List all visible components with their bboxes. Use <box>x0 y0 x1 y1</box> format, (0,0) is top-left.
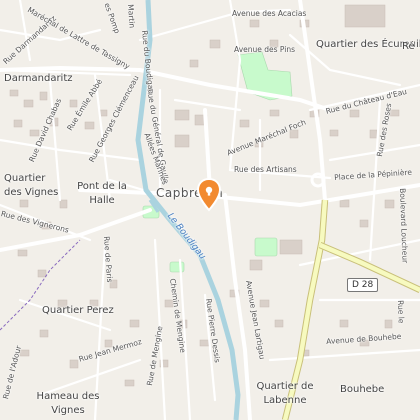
road-shield-d28: D 28 <box>347 278 379 292</box>
place-re-partial: Ré <box>402 41 415 52</box>
street-avenue-des-pins: Avenue des Pins <box>234 45 296 54</box>
map-view[interactable]: Quartier des Écureuils Darmandaritz Quar… <box>0 0 420 420</box>
place-hameau-des-vignes: Hameau des Vignes <box>36 391 100 416</box>
street-avenue-des-acacias: Avenue des Acacias <box>232 9 307 18</box>
place-quartier-des-vignes: Quartier des Vignes <box>4 173 59 198</box>
street-rue-le-partial: Rue le <box>396 299 406 324</box>
street-rue-des-artisans: Rue des Artisans <box>234 165 297 174</box>
place-quartier-de-labenne: Quartier de Labenne <box>256 381 314 406</box>
place-bouhebe: Bouhebe <box>340 384 385 395</box>
place-quartier-perez: Quartier Perez <box>42 305 114 316</box>
street-martin-partial: Martin <box>126 3 137 29</box>
place-darmandaritz: Darmandaritz <box>4 73 73 84</box>
location-pin-icon[interactable] <box>196 178 222 212</box>
street-boulevard-loucheur: Boulevard Loucheur <box>398 187 410 264</box>
place-pont-de-la-halle: Pont de la Halle <box>77 181 127 206</box>
